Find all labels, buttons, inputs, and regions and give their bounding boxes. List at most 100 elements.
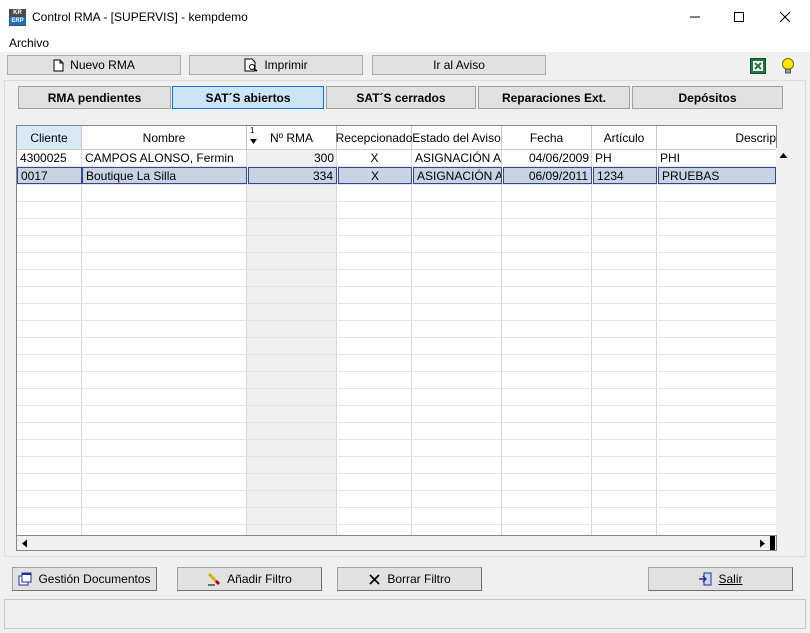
cell-recepcionado: X	[338, 167, 412, 184]
maximize-button[interactable]	[716, 0, 762, 34]
header-cliente[interactable]: Cliente	[17, 126, 82, 150]
app-logo-icon: KR ERP	[9, 9, 26, 26]
grid-row-line	[17, 456, 776, 457]
tab-label: RMA pendientes	[47, 90, 142, 105]
grid-row-line	[17, 303, 776, 304]
grid-row-line	[17, 218, 776, 219]
ir-al-aviso-button[interactable]: Ir al Aviso	[372, 55, 546, 75]
documents-icon	[18, 572, 32, 586]
sat-grid[interactable]: Cliente Nombre 1 Nº RMA Recepcionado Est…	[16, 125, 777, 536]
vertical-scrollbar[interactable]	[776, 148, 791, 536]
grid-row-line	[17, 354, 776, 355]
imprimir-label: Imprimir	[264, 58, 308, 72]
menu-bar	[0, 34, 810, 52]
new-document-icon	[53, 59, 64, 71]
cell-cliente: 4300025	[20, 151, 67, 165]
app-logo-bottom-text: ERP	[9, 17, 26, 25]
minimize-icon	[690, 16, 700, 18]
clear-filter-icon	[369, 573, 380, 585]
tab-label: SAT´S abiertos	[205, 90, 291, 105]
nuevo-rma-label: Nuevo RMA	[70, 58, 135, 72]
grid-row-line	[17, 252, 776, 253]
scroll-thumb[interactable]	[770, 536, 775, 550]
cell-descrip: PHI	[660, 151, 681, 165]
header-rma-label: Nº RMA	[269, 130, 314, 145]
sort-desc-icon	[250, 139, 257, 144]
grid-row-line	[17, 439, 776, 440]
grid-row-line	[17, 269, 776, 270]
grid-row-line	[17, 507, 776, 508]
close-button[interactable]	[762, 0, 808, 34]
grid-row-line	[17, 422, 776, 423]
grid-row-line	[17, 490, 776, 491]
status-bar	[4, 599, 806, 629]
cell-cliente: 0017	[17, 167, 82, 184]
table-row-selected[interactable]: 0017 Boutique La Silla 334 X ASIGNACIÓN …	[17, 167, 776, 184]
grid-row-line	[17, 235, 776, 236]
cell-recepcionado: X	[370, 151, 379, 165]
header-recepcionado[interactable]: Recepcionado	[336, 126, 412, 150]
horizontal-scrollbar[interactable]	[16, 535, 777, 551]
tab-label: SAT´S cerrados	[356, 90, 446, 105]
window-title: Control RMA - [SUPERVIS] - kempdemo	[32, 10, 248, 24]
grid-row-line	[17, 524, 776, 525]
tab-depositos[interactable]: Depósitos	[632, 86, 783, 109]
nuevo-rma-button[interactable]: Nuevo RMA	[7, 55, 181, 75]
header-estado[interactable]: Estado del Aviso	[412, 126, 502, 150]
grid-row-line	[17, 320, 776, 321]
grid-row-line	[17, 388, 776, 389]
cell-articulo: PH	[595, 151, 612, 165]
excel-icon	[750, 58, 766, 74]
add-filter-icon	[208, 572, 221, 586]
exit-door-icon	[699, 572, 712, 586]
header-rma[interactable]: 1 Nº RMA	[247, 126, 337, 150]
lightbulb-icon	[782, 58, 794, 74]
cell-rma: 334	[248, 167, 337, 184]
cell-fecha: 04/06/2009	[528, 151, 589, 165]
sort-order-indicator: 1	[250, 126, 255, 135]
app-logo-top-text: KR	[13, 10, 22, 16]
imprimir-button[interactable]: Imprimir	[189, 55, 363, 75]
scroll-right-icon	[760, 539, 765, 548]
scroll-up-icon	[779, 153, 788, 158]
header-nombre[interactable]: Nombre	[82, 126, 247, 150]
cell-estado: ASIGNACIÓN ABI	[413, 167, 502, 184]
borrar-filtro-label: Borrar Filtro	[387, 572, 451, 586]
print-preview-icon	[244, 58, 258, 72]
tab-sats-cerrados[interactable]: SAT´S cerrados	[326, 86, 476, 109]
cell-rma: 300	[313, 151, 334, 165]
anadir-filtro-button[interactable]: Añadir Filtro	[177, 567, 322, 591]
tab-sats-abiertos[interactable]: SAT´S abiertos	[172, 86, 324, 109]
header-descrip[interactable]: Descrip	[657, 126, 776, 150]
table-row[interactable]: 4300025 CAMPOS ALONSO, Fermin 300 X ASIG…	[17, 150, 776, 167]
borrar-filtro-button[interactable]: Borrar Filtro	[337, 567, 482, 591]
maximize-icon	[734, 12, 744, 22]
close-icon	[779, 11, 791, 23]
grid-row-line	[17, 405, 776, 406]
gestion-documentos-button[interactable]: Gestión Documentos	[12, 567, 157, 591]
grid-row-line	[17, 286, 776, 287]
minimize-button[interactable]	[672, 0, 718, 34]
ir-al-aviso-label: Ir al Aviso	[433, 58, 485, 72]
menu-archivo[interactable]: Archivo	[9, 36, 49, 50]
tab-label: Depósitos	[678, 90, 737, 105]
tab-reparaciones-ext[interactable]: Reparaciones Ext.	[478, 86, 630, 109]
grid-row-line	[17, 201, 776, 202]
gestion-documentos-label: Gestión Documentos	[38, 572, 151, 586]
cell-nombre: CAMPOS ALONSO, Fermin	[85, 151, 234, 165]
tips-button[interactable]	[780, 57, 796, 75]
cell-descrip: PRUEBAS	[658, 167, 776, 184]
grid-row-line	[17, 473, 776, 474]
header-fecha[interactable]: Fecha	[502, 126, 592, 150]
cell-nombre: Boutique La Silla	[82, 167, 247, 184]
salir-button[interactable]: Salir	[648, 567, 793, 591]
cell-articulo: 1234	[593, 167, 657, 184]
tab-rma-pendientes[interactable]: RMA pendientes	[18, 86, 171, 109]
header-articulo[interactable]: Artículo	[592, 126, 657, 150]
tab-label: Reparaciones Ext.	[501, 90, 607, 105]
scroll-left-icon	[22, 539, 27, 548]
cell-fecha: 06/09/2011	[503, 167, 592, 184]
salir-label: Salir	[718, 572, 743, 586]
excel-export-button[interactable]	[750, 58, 766, 74]
anadir-filtro-label: Añadir Filtro	[227, 572, 292, 586]
